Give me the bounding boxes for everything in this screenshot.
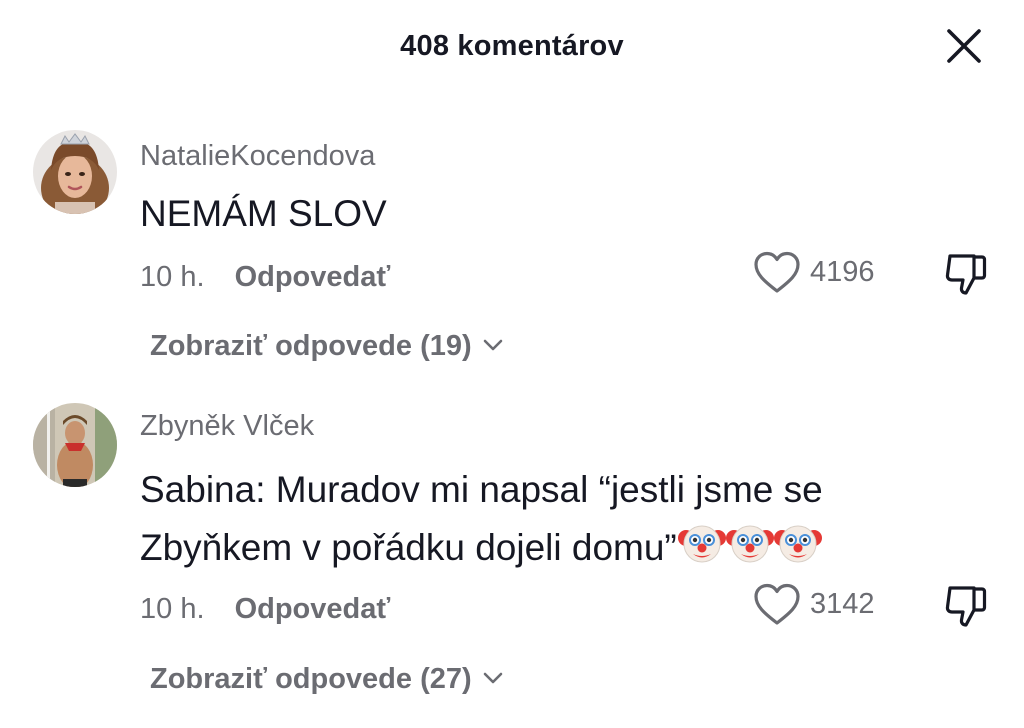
avatar[interactable]: [33, 130, 117, 214]
chevron-down-icon: [483, 339, 502, 351]
view-replies-label: Zobraziť odpovede (19): [150, 330, 472, 362]
dislike-button[interactable]: [940, 250, 990, 300]
comment-username[interactable]: NatalieKocendova: [140, 140, 375, 173]
comment-meta: 10 h. Odpovedať: [140, 593, 390, 626]
view-replies-button[interactable]: Zobraziť odpovede (27): [150, 663, 504, 696]
like-count: 4196: [810, 256, 875, 288]
thumbs-down-icon: [945, 254, 987, 295]
comment-timestamp: 10 h.: [140, 261, 205, 293]
avatar[interactable]: [33, 403, 117, 487]
close-button[interactable]: [944, 26, 984, 66]
view-replies-button[interactable]: Zobraziť odpovede (19): [150, 330, 504, 363]
view-replies-label: Zobraziť odpovede (27): [150, 663, 472, 695]
comment-text: NEMÁM SLOV: [140, 186, 940, 242]
reply-button[interactable]: Odpovedať: [235, 593, 391, 625]
comment-meta: 10 h. Odpovedať: [140, 261, 390, 294]
comment-text: Sabina: Muradov mi napsal “jestli jsme s…: [140, 462, 940, 576]
comment-username[interactable]: Zbyněk Vlček: [140, 410, 314, 443]
emoji-group: [677, 518, 822, 566]
like-count: 3142: [810, 588, 875, 620]
clown-face-icon: [773, 525, 822, 563]
comments-count-title: 408 komentárov: [400, 30, 624, 62]
clown-face-icon: [725, 525, 774, 563]
reply-button[interactable]: Odpovedať: [235, 261, 391, 293]
heart-icon: [754, 583, 800, 625]
dislike-button[interactable]: [940, 582, 990, 632]
comment-text-content: NEMÁM SLOV: [140, 193, 387, 234]
heart-icon: [754, 251, 800, 293]
like-button[interactable]: 4196: [752, 248, 892, 298]
close-icon: [947, 29, 981, 63]
thumbs-down-icon: [945, 586, 987, 627]
chevron-down-icon: [483, 672, 502, 684]
comments-header: 408 komentárov: [0, 0, 1024, 96]
comment-timestamp: 10 h.: [140, 593, 205, 625]
like-button[interactable]: 3142: [752, 580, 892, 630]
clown-face-icon: [677, 525, 726, 563]
